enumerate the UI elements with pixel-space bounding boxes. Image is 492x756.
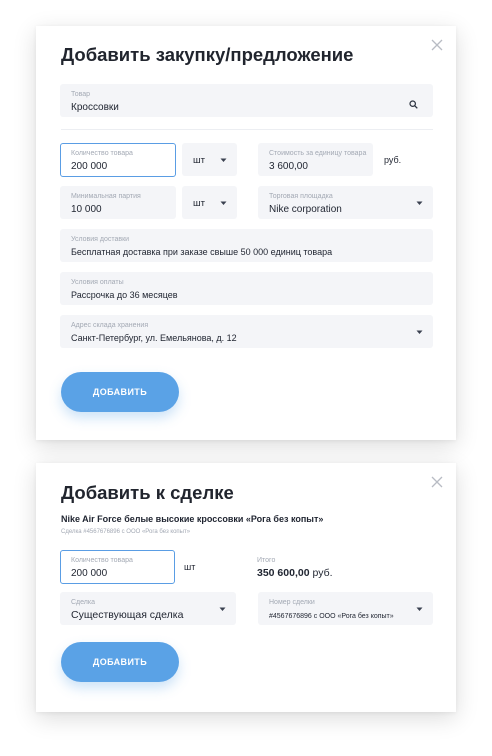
quantity-unit-select[interactable]: шт <box>182 143 237 176</box>
deal-caption: Сделка #4567676896 с ООО «Рога без копыт… <box>61 529 191 535</box>
field-label: Стоимость за единицу товара <box>269 150 367 157</box>
delivery-terms-field[interactable]: Условия доставки Бесплатная доставка при… <box>60 229 433 262</box>
deal-number-select[interactable]: Номер сделки #4567676896 с ООО «Рога без… <box>258 592 433 625</box>
unit-value: шт <box>193 155 205 166</box>
field-label: Минимальная партия <box>71 193 141 200</box>
min-batch-unit-select[interactable]: шт <box>182 186 237 219</box>
field-label: Количество товара <box>71 557 133 564</box>
field-value: Рассрочка до 36 месяцев <box>71 290 178 300</box>
total-label: Итого <box>257 557 276 564</box>
platform-select[interactable]: Торговая площадка Nike corporation <box>258 186 433 219</box>
field-value: Nike corporation <box>269 204 342 215</box>
currency-label: руб. <box>384 155 402 165</box>
field-value: Существующая сделка <box>71 609 184 621</box>
chevron-down-icon <box>220 158 227 163</box>
chevron-down-icon <box>416 330 423 335</box>
field-label: Условия доставки <box>71 236 130 243</box>
field-label: Сделка <box>71 599 95 606</box>
chevron-down-icon <box>220 201 227 206</box>
deal-select[interactable]: Сделка Существующая сделка <box>60 592 236 625</box>
field-value: #4567676896 с ООО «Рога без копыт» <box>269 613 394 620</box>
close-icon[interactable] <box>430 38 444 52</box>
total-currency: руб. <box>312 567 333 579</box>
field-value: 3 600,00 <box>269 161 308 172</box>
close-icon[interactable] <box>430 475 444 489</box>
quantity-field[interactable]: Количество товара 200 000 <box>60 550 175 584</box>
field-value: 200 000 <box>71 161 108 172</box>
field-value: Кроссовки <box>71 102 119 113</box>
warehouse-address-select[interactable]: Адрес склада хранения Санкт-Петербург, у… <box>60 315 433 348</box>
search-icon[interactable] <box>409 96 418 109</box>
chevron-down-icon <box>416 607 423 612</box>
total-value: 350 600,00 руб. <box>257 567 333 579</box>
add-button[interactable]: ДОБАВИТЬ <box>61 372 179 412</box>
field-value: 10 000 <box>71 204 102 215</box>
unit-price-field[interactable]: Стоимость за единицу товара 3 600,00 <box>258 143 373 176</box>
modal-title: Добавить к сделке <box>61 482 234 503</box>
field-label: Количество товара <box>71 150 133 157</box>
field-value: 200 000 <box>71 568 108 579</box>
field-label: Торговая площадка <box>269 193 333 200</box>
add-button[interactable]: ДОБАВИТЬ <box>61 642 179 682</box>
quantity-unit: шт <box>184 562 196 572</box>
modal-title: Добавить закупку/предложение <box>61 44 354 65</box>
field-label: Номер сделки <box>269 599 315 606</box>
field-label: Адрес склада хранения <box>71 322 149 329</box>
quantity-field[interactable]: Количество товара 200 000 <box>60 143 176 177</box>
chevron-down-icon <box>416 201 423 206</box>
payment-terms-field[interactable]: Условия оплаты Рассрочка до 36 месяцев <box>60 272 433 305</box>
add-to-deal-modal: Добавить к сделке Nike Air Force белые в… <box>36 463 456 712</box>
min-batch-field[interactable]: Минимальная партия 10 000 <box>60 186 176 219</box>
field-value: Бесплатная доставка при заказе свыше 50 … <box>71 247 333 257</box>
field-label: Условия оплаты <box>71 279 124 286</box>
add-purchase-modal: Добавить закупку/предложение Товар Кросс… <box>36 26 456 440</box>
unit-value: шт <box>193 198 205 209</box>
divider <box>61 129 433 130</box>
field-label: Товар <box>71 91 91 98</box>
total-amount: 350 600,00 <box>257 567 310 579</box>
product-search-field[interactable]: Товар Кроссовки <box>60 84 433 117</box>
field-value: Санкт-Петербург, ул. Емельянова, д. 12 <box>71 333 237 343</box>
chevron-down-icon <box>219 607 226 612</box>
product-name: Nike Air Force белые высокие кроссовки «… <box>61 514 324 524</box>
